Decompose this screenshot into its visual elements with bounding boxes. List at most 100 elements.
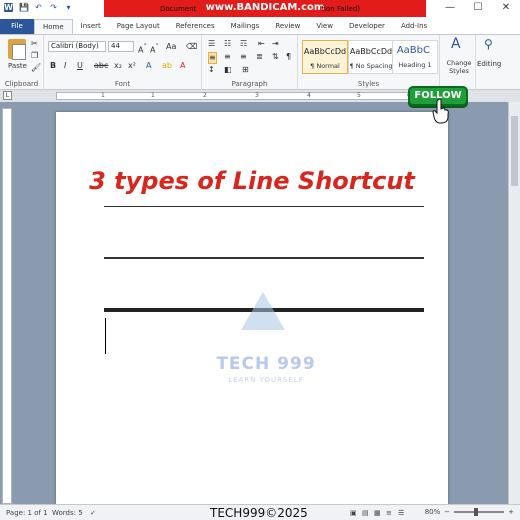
text-cursor bbox=[105, 318, 106, 354]
page-count[interactable]: Page: 1 of 1 bbox=[6, 509, 48, 517]
pointer-hand-icon bbox=[432, 98, 449, 124]
tab-view[interactable]: View bbox=[308, 19, 341, 34]
sort-icon[interactable]: ⇅ bbox=[272, 52, 279, 62]
style-name: ¶ No Spacing bbox=[349, 62, 393, 70]
vertical-ruler[interactable] bbox=[2, 108, 12, 504]
window-controls: — ☐ ✕ bbox=[436, 0, 520, 18]
shrink-font-icon[interactable]: A˅ bbox=[150, 42, 159, 56]
increase-indent-icon[interactable]: ⇥ bbox=[272, 39, 279, 49]
scrollbar-thumb[interactable] bbox=[511, 116, 518, 186]
subscript-icon[interactable]: x₂ bbox=[114, 61, 122, 71]
ruler-number: 2 bbox=[203, 92, 207, 99]
minimize-button[interactable]: — bbox=[436, 0, 464, 18]
strikethrough-icon[interactable]: abc bbox=[94, 61, 108, 71]
tab-developer[interactable]: Developer bbox=[341, 19, 393, 34]
font-color-icon[interactable]: A bbox=[180, 61, 185, 71]
align-right-icon[interactable]: ≡ bbox=[240, 52, 247, 62]
numbering-icon[interactable]: ☷ bbox=[224, 39, 231, 49]
change-styles-icon[interactable]: A bbox=[451, 37, 461, 51]
medium-line bbox=[104, 257, 424, 259]
vertical-scrollbar[interactable] bbox=[508, 102, 520, 504]
ruler-number: 1 bbox=[101, 92, 105, 99]
bold-icon[interactable]: B bbox=[50, 61, 56, 71]
tab-page-layout[interactable]: Page Layout bbox=[109, 19, 168, 34]
tab-file[interactable]: File bbox=[0, 19, 34, 34]
zoom-level[interactable]: 80% bbox=[425, 508, 441, 516]
change-case-icon[interactable]: Aa bbox=[166, 42, 176, 52]
tab-insert[interactable]: Insert bbox=[73, 19, 109, 34]
close-button[interactable]: ✕ bbox=[492, 0, 520, 18]
view-full-screen-icon[interactable]: ▤ bbox=[362, 509, 369, 517]
clear-formatting-icon[interactable]: ⌫ bbox=[186, 42, 197, 52]
tab-add-ins[interactable]: Add-Ins bbox=[393, 19, 435, 34]
highlight-icon[interactable]: ab bbox=[162, 61, 172, 71]
brand-watermark: TECH999©2025 bbox=[210, 506, 308, 520]
tab-home[interactable]: Home bbox=[34, 19, 73, 34]
style-no-spacing[interactable]: AaBbCcDd ¶ No Spacing bbox=[348, 40, 394, 74]
document-page[interactable]: 3 types of Line Shortcut TECH 999 LEARN … bbox=[56, 112, 448, 504]
view-outline-icon[interactable]: ≡ bbox=[386, 509, 392, 517]
style-heading-1[interactable]: AaBbC Heading 1 bbox=[392, 40, 438, 74]
view-web-icon[interactable]: ▦ bbox=[374, 509, 381, 517]
customize-qat-icon[interactable]: ▾ bbox=[64, 3, 73, 12]
italic-icon[interactable]: I bbox=[64, 61, 66, 71]
document-title-left: Document bbox=[160, 5, 197, 13]
style-sample: AaBbC bbox=[396, 45, 434, 56]
justify-icon[interactable]: ≣ bbox=[256, 52, 263, 62]
horizontal-ruler[interactable]: 1 1 2 3 4 5 6 bbox=[56, 92, 448, 100]
copy-icon[interactable]: ❐ bbox=[31, 51, 38, 61]
status-bar: Page: 1 of 1 Words: 5 ✓ TECH999©2025 ▣ ▤… bbox=[0, 504, 520, 520]
borders-icon[interactable]: ⊞ bbox=[242, 65, 249, 75]
view-print-layout-icon[interactable]: ▣ bbox=[350, 509, 357, 517]
format-painter-icon[interactable]: 🖌 bbox=[31, 63, 41, 73]
watermark-title: TECH 999 bbox=[216, 354, 316, 374]
tab-references[interactable]: References bbox=[168, 19, 223, 34]
watermark-subtitle: LEARN YOURSELF bbox=[228, 376, 304, 384]
maximize-button[interactable]: ☐ bbox=[464, 0, 492, 18]
line-spacing-icon[interactable]: ↕ bbox=[208, 65, 215, 75]
clipboard-group: Paste ✂ ❐ 🖌 Clipboard bbox=[0, 35, 44, 90]
font-size-dropdown[interactable]: 44 bbox=[108, 41, 134, 52]
cut-icon[interactable]: ✂ bbox=[31, 39, 38, 49]
tab-review[interactable]: Review bbox=[267, 19, 308, 34]
style-normal[interactable]: AaBbCcDd ¶ Normal bbox=[302, 40, 348, 74]
undo-icon[interactable]: ↶ bbox=[34, 3, 43, 12]
text-effects-icon[interactable]: A bbox=[146, 61, 151, 71]
zoom-slider[interactable] bbox=[454, 508, 505, 516]
save-icon[interactable]: 💾 bbox=[19, 3, 29, 12]
grow-font-icon[interactable]: A˄ bbox=[138, 42, 147, 56]
multilevel-list-icon[interactable]: ☶ bbox=[240, 39, 247, 49]
zoom-out-icon[interactable]: − bbox=[444, 508, 450, 516]
underline-icon[interactable]: U bbox=[77, 61, 83, 71]
bullets-icon[interactable]: ☰ bbox=[208, 39, 215, 49]
word-app-icon[interactable]: W bbox=[4, 3, 13, 12]
editing-group: ⚲ Editing bbox=[476, 35, 506, 90]
zoom-in-icon[interactable]: + bbox=[508, 508, 514, 516]
decrease-indent-icon[interactable]: ⇤ bbox=[258, 39, 265, 49]
tab-selector[interactable]: L bbox=[3, 91, 12, 100]
align-left-icon[interactable]: ≡ bbox=[208, 52, 217, 64]
align-center-icon[interactable]: ≡ bbox=[224, 52, 231, 62]
proofing-icon[interactable]: ✓ bbox=[90, 509, 96, 517]
zoom-control: 80% − + bbox=[425, 508, 514, 516]
editing-button[interactable]: Editing bbox=[477, 59, 501, 69]
binoculars-icon[interactable]: ⚲ bbox=[484, 38, 493, 50]
redo-icon[interactable]: ↷ bbox=[49, 3, 58, 12]
zoom-slider-thumb[interactable] bbox=[474, 508, 479, 516]
document-heading: 3 types of Line Shortcut bbox=[89, 167, 415, 195]
shading-icon[interactable]: ◧ bbox=[224, 65, 232, 75]
ruler-number: 4 bbox=[307, 92, 311, 99]
tab-mailings[interactable]: Mailings bbox=[223, 19, 268, 34]
paste-button-label[interactable]: Paste bbox=[8, 61, 27, 71]
show-marks-icon[interactable]: ¶ bbox=[286, 52, 291, 62]
style-sample: AaBbCcDd bbox=[349, 47, 393, 56]
superscript-icon[interactable]: x² bbox=[128, 61, 136, 71]
change-styles-button[interactable]: Change Styles bbox=[443, 59, 475, 75]
thin-line bbox=[104, 206, 424, 207]
style-name: Heading 1 bbox=[398, 61, 432, 69]
title-bar: W 💾 ↶ ↷ ▾ Document www.BANDICAM.com tion… bbox=[0, 0, 520, 18]
view-draft-icon[interactable]: ☰ bbox=[398, 509, 404, 517]
font-family-dropdown[interactable]: Calibri (Body) bbox=[48, 41, 106, 52]
paste-icon[interactable] bbox=[8, 39, 26, 60]
word-count[interactable]: Words: 5 bbox=[52, 509, 83, 517]
